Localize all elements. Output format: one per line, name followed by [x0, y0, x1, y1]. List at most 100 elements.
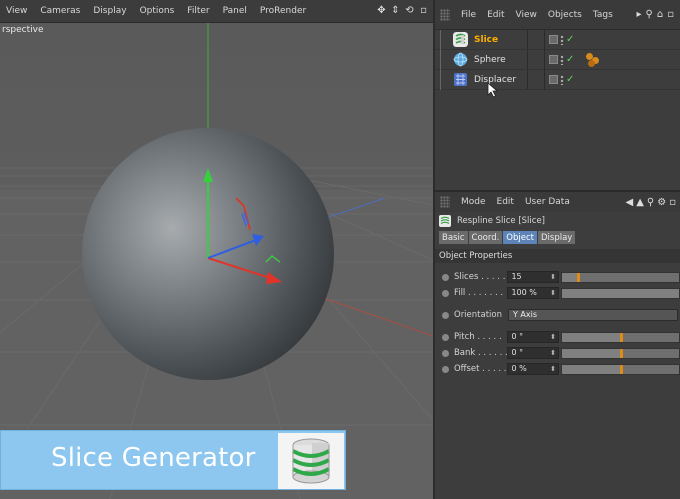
visibility-dots-icon[interactable] — [560, 54, 564, 65]
slider-fill — [562, 364, 621, 374]
banner-title: Slice Generator — [51, 443, 256, 473]
enabled-check-icon[interactable]: ✓ — [566, 34, 574, 45]
stepper-icon: ⬍ — [550, 349, 557, 357]
tab-display[interactable]: Display — [537, 231, 576, 244]
fill-input[interactable]: 100 % ⬍ — [507, 287, 560, 299]
slider-knob[interactable] — [619, 364, 623, 374]
slices-input[interactable]: 15 ⬍ — [507, 271, 560, 283]
panel-grip-icon[interactable] — [440, 8, 450, 21]
viewport-nav-icons: ✥ ⇕ ⟲ ▫ — [376, 5, 429, 17]
layer-flag-icon[interactable] — [549, 55, 558, 64]
object-manager-icons: ▸ ⚲ ⌂ ▫ — [637, 9, 680, 20]
tree-line — [440, 49, 453, 70]
menu-panel[interactable]: Panel — [217, 6, 254, 16]
menu-tags[interactable]: Tags — [588, 10, 619, 20]
prop-label: Fill . . . . . . . — [453, 288, 504, 298]
bank-input[interactable]: 0 ° ⬍ — [507, 347, 560, 359]
zoom-view-icon[interactable]: ⇕ — [390, 5, 401, 17]
menu-user-data[interactable]: User Data — [520, 197, 576, 207]
panel-grip-icon[interactable] — [440, 196, 450, 208]
menu-prorender[interactable]: ProRender — [254, 6, 313, 16]
lock-icon[interactable]: ▫ — [669, 197, 676, 208]
menu-view[interactable]: View — [511, 10, 543, 20]
prop-label: Pitch . . . . . — [453, 332, 502, 342]
slice-generator-icon — [439, 215, 451, 227]
object-name[interactable]: Displacer — [474, 75, 544, 85]
pitch-slider[interactable] — [561, 331, 680, 343]
displacer-deformer-icon — [454, 73, 467, 86]
object-manager: File Edit View Objects Tags ▸ ⚲ ⌂ ▫ Slic… — [433, 0, 680, 190]
layer-flag-icon[interactable] — [549, 35, 558, 44]
tab-coord[interactable]: Coord. — [468, 231, 503, 244]
toggle-view-icon[interactable]: ▫ — [418, 5, 429, 17]
slider-knob[interactable] — [577, 272, 581, 282]
offset-slider[interactable] — [561, 363, 680, 375]
slider-fill — [562, 332, 621, 342]
menu-edit[interactable]: Edit — [492, 197, 520, 207]
slider-fill — [562, 288, 679, 298]
tree-line — [440, 69, 453, 90]
visibility-dots-icon[interactable] — [560, 34, 564, 45]
lock-icon[interactable]: ▫ — [667, 9, 674, 20]
animate-dot-icon[interactable] — [442, 349, 449, 357]
stepper-icon: ⬍ — [550, 289, 557, 297]
menu-view[interactable]: View — [0, 6, 34, 16]
prop-fill: Fill . . . . . . . 100 % ⬍ — [435, 285, 680, 301]
menu-display[interactable]: Display — [87, 6, 133, 16]
object-name[interactable]: Slice — [474, 35, 544, 45]
menu-edit[interactable]: Edit — [482, 10, 510, 20]
prop-offset: Offset . . . . . 0 % ⬍ — [435, 361, 680, 377]
layer-flag-icon[interactable] — [549, 75, 558, 84]
settings-icon[interactable]: ⚙ — [657, 197, 666, 208]
stepper-icon: ⬍ — [550, 333, 557, 341]
menu-objects[interactable]: Objects — [543, 10, 588, 20]
prop-label: Bank . . . . . . — [453, 348, 508, 358]
object-name[interactable]: Sphere — [474, 55, 544, 65]
rotate-view-icon[interactable]: ⟲ — [404, 5, 415, 17]
slider-fill — [562, 272, 579, 282]
up-arrow-icon[interactable]: ▲ — [636, 197, 644, 208]
animate-dot-icon[interactable] — [442, 289, 449, 297]
slider-knob[interactable] — [619, 348, 623, 358]
object-row-displacer[interactable]: Displacer ✓ — [435, 69, 680, 90]
viewport-scene — [0, 23, 433, 499]
editor-viewport[interactable]: View Cameras Display Options Filter Pane… — [0, 0, 433, 499]
object-row-sphere[interactable]: Sphere ✓ — [435, 49, 680, 70]
attribute-manager-icons: ◀ ▲ ⚲ ⚙ ▫ — [626, 197, 680, 208]
menu-filter[interactable]: Filter — [181, 6, 216, 16]
menu-file[interactable]: File — [456, 10, 482, 20]
object-row-slice[interactable]: Slice ✓ — [435, 29, 680, 50]
search-icon[interactable]: ⚲ — [647, 197, 654, 208]
menu-cameras[interactable]: Cameras — [34, 6, 87, 16]
bank-slider[interactable] — [561, 347, 680, 359]
fill-slider[interactable] — [561, 287, 680, 299]
pitch-input[interactable]: 0 ° ⬍ — [507, 331, 560, 343]
object-manager-menubar: File Edit View Objects Tags ▸ ⚲ ⌂ ▫ — [435, 0, 680, 30]
attribute-manager: Mode Edit User Data ◀ ▲ ⚲ ⚙ ▫ Respline S… — [433, 190, 680, 499]
tab-basic[interactable]: Basic — [439, 231, 468, 244]
animate-dot-icon[interactable] — [442, 273, 449, 281]
slider-knob[interactable] — [619, 332, 623, 342]
orientation-dropdown[interactable]: Y Axis — [508, 309, 678, 321]
material-tag-icon[interactable] — [586, 52, 604, 67]
enabled-check-icon[interactable]: ✓ — [566, 74, 574, 85]
animate-dot-icon[interactable] — [442, 333, 449, 341]
visibility-dots-icon[interactable] — [560, 74, 564, 85]
home-icon[interactable]: ⌂ — [657, 9, 663, 20]
animate-dot-icon[interactable] — [442, 311, 449, 319]
animate-dot-icon[interactable] — [442, 365, 449, 373]
back-arrow-icon[interactable]: ◀ — [626, 197, 634, 208]
search-icon[interactable]: ⚲ — [646, 9, 653, 20]
enabled-check-icon[interactable]: ✓ — [566, 54, 574, 65]
play-arrow-icon[interactable]: ▸ — [637, 9, 642, 20]
slices-slider[interactable] — [561, 271, 680, 283]
menu-mode[interactable]: Mode — [456, 197, 492, 207]
offset-input[interactable]: 0 % ⬍ — [507, 363, 560, 375]
move-view-icon[interactable]: ✥ — [376, 5, 387, 17]
slice-generator-icon — [453, 32, 468, 47]
tab-object[interactable]: Object — [503, 231, 537, 244]
prop-label: Offset . . . . . — [453, 364, 507, 374]
prop-orientation: Orientation Y Axis — [435, 307, 680, 323]
menu-options[interactable]: Options — [134, 6, 182, 16]
banner-icon-box — [278, 433, 344, 489]
